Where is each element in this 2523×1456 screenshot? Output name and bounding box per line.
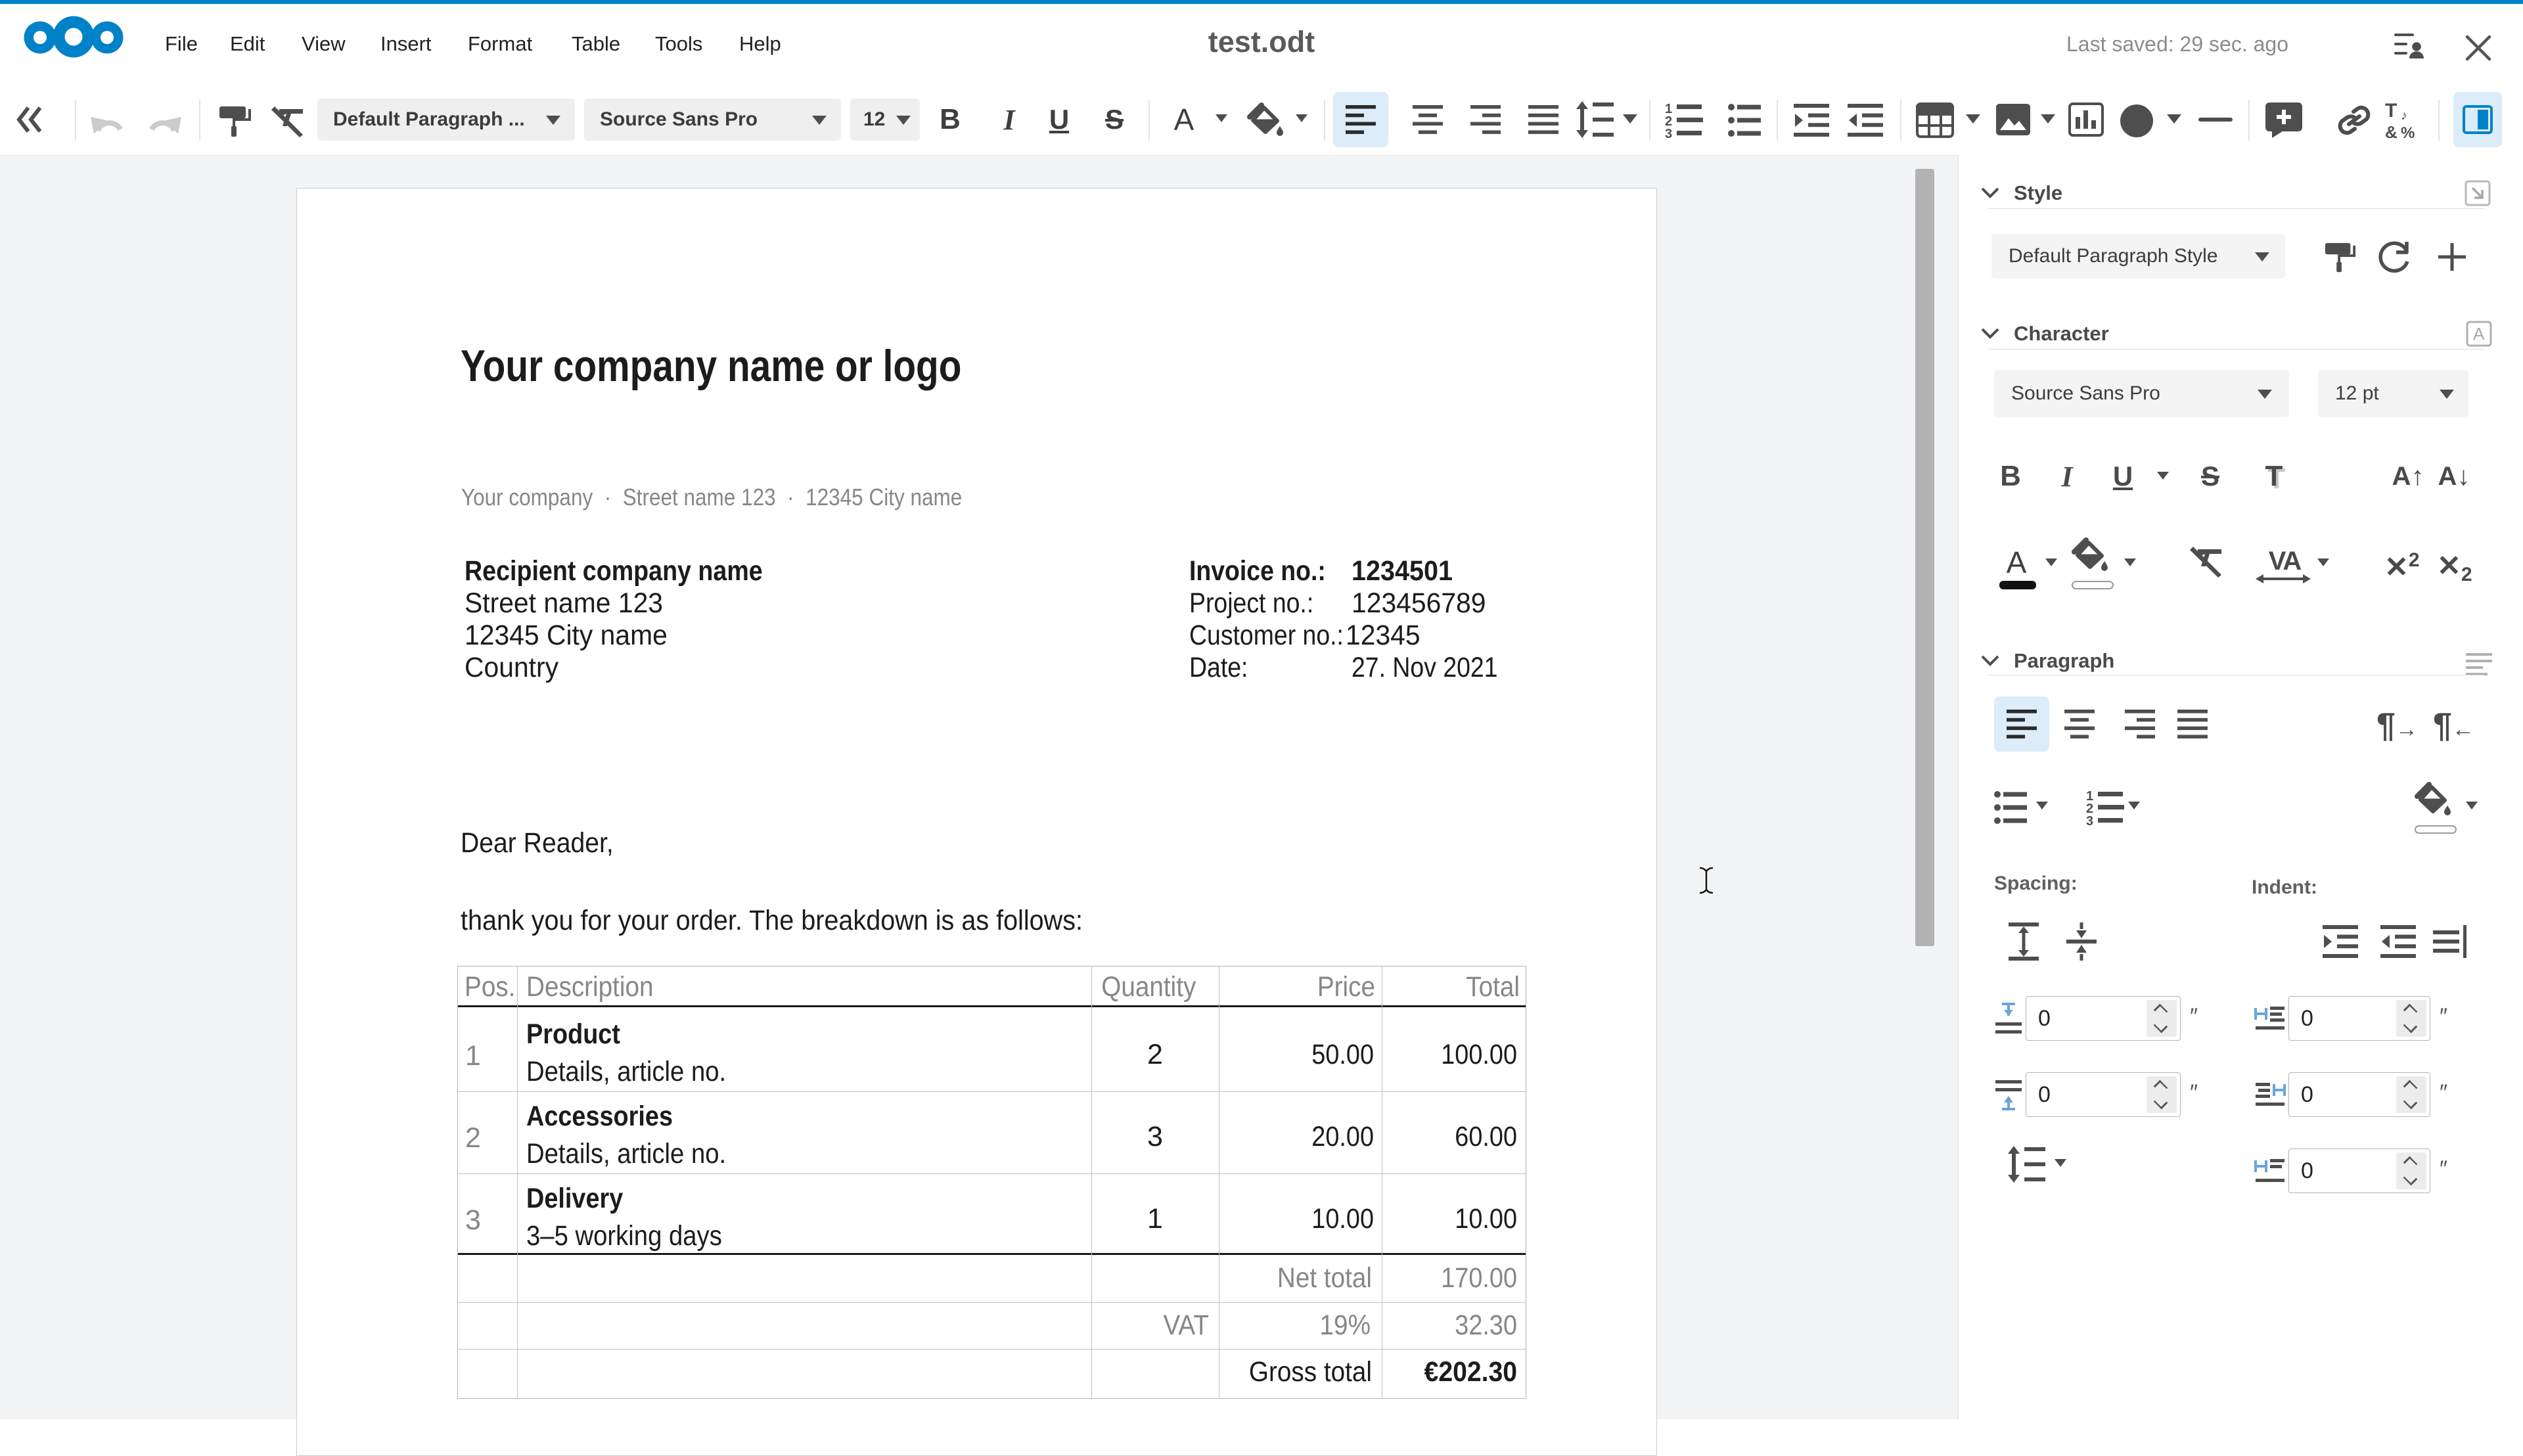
svg-text:3: 3 <box>2086 814 2093 825</box>
svg-text:%: % <box>2401 124 2415 139</box>
svg-text:&: & <box>2385 122 2398 139</box>
svg-text:3: 3 <box>1665 127 1672 138</box>
svg-text:T: T <box>2385 102 2397 122</box>
svg-text:♪: ♪ <box>2401 108 2407 123</box>
svg-text:A: A <box>2473 324 2485 344</box>
